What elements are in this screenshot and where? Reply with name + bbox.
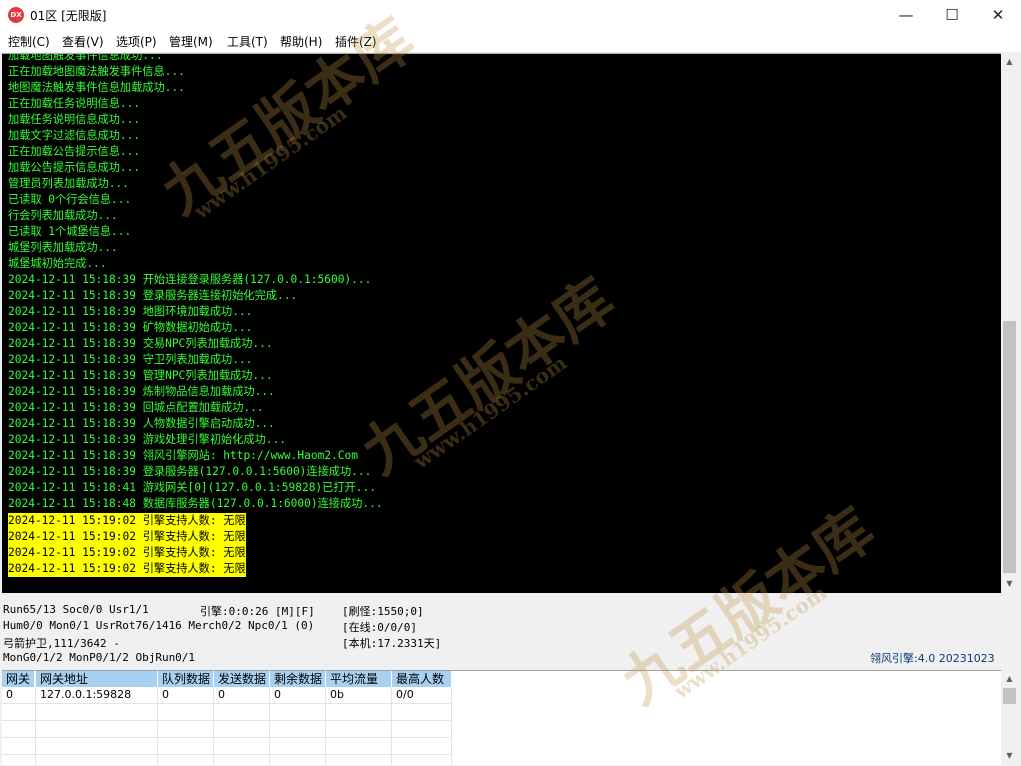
- menu-plugins[interactable]: 插件(Z): [335, 33, 377, 50]
- console-scrollbar[interactable]: ▲ ▼: [1001, 53, 1018, 592]
- grid-line: [325, 687, 326, 765]
- status-local-machine: [本机:17.2331天]: [342, 637, 442, 650]
- window-title: 01区 [无限版]: [30, 9, 107, 23]
- menu-view[interactable]: 查看(V): [62, 33, 104, 50]
- column-header[interactable]: 平均流量: [326, 671, 392, 687]
- scrollbar-thumb[interactable]: [1003, 321, 1016, 573]
- log-line: 地图魔法触发事件信息加载成功...: [8, 81, 185, 94]
- table-cell: 0: [274, 688, 281, 701]
- menu-manage[interactable]: 管理(M): [169, 33, 213, 50]
- log-line: 加载公告提示信息成功...: [8, 161, 141, 174]
- log-console[interactable]: 加载地图触发事件信息成功... 正在加载地图魔法触发事件信息... 地图魔法触发…: [2, 53, 1001, 593]
- table-row-empty: [2, 721, 452, 738]
- column-header[interactable]: 网关地址: [36, 671, 158, 687]
- table-cell: 0: [6, 688, 13, 701]
- status-monster-gen: MonG0/1/2 MonP0/1/2 ObjRun0/1: [3, 651, 196, 664]
- log-line: 2024-12-11 15:18:39 登录服务器连接初始化完成...: [8, 289, 298, 302]
- log-line: 2024-12-11 15:18:41 游戏网关[0](127.0.0.1:59…: [8, 481, 376, 494]
- table-cell: 0: [218, 688, 225, 701]
- log-line: 2024-12-11 15:18:39 回城点配置加载成功...: [8, 401, 264, 414]
- column-header[interactable]: 最高人数: [392, 671, 452, 687]
- title-bar: DX 01区 [无限版] — ☐ ✕: [0, 0, 1021, 30]
- engine-version: 翎风引擎:4.0 20231023: [870, 652, 995, 665]
- grid-line: [391, 687, 392, 765]
- log-line-highlighted: 2024-12-11 15:19:02 引擎支持人数: 无限: [8, 513, 246, 529]
- column-header[interactable]: 剩余数据: [270, 671, 326, 687]
- log-line: 已读取 1个城堡信息...: [8, 225, 132, 238]
- log-line: 2024-12-11 15:18:39 炼制物品信息加载成功...: [8, 385, 275, 398]
- table-scrollbar[interactable]: ▲ ▼: [1001, 670, 1018, 764]
- log-line: 2024-12-11 15:18:39 游戏处理引擎初始化成功...: [8, 433, 286, 446]
- log-line: 城堡城初始完成...: [8, 257, 107, 270]
- gateway-table[interactable]: 网关 网关地址 队列数据 发送数据 剩余数据 平均流量 最高人数 0 127.0…: [2, 670, 1001, 765]
- log-line: 城堡列表加载成功...: [8, 241, 118, 254]
- status-online: [在线:0/0/0]: [342, 621, 417, 634]
- menu-options[interactable]: 选项(P): [116, 33, 157, 50]
- log-line-highlighted: 2024-12-11 15:19:02 引擎支持人数: 无限: [8, 529, 246, 545]
- column-header[interactable]: 发送数据: [214, 671, 270, 687]
- scroll-up-arrow-icon[interactable]: ▲: [1001, 670, 1018, 687]
- log-line: 加载文字过滤信息成功...: [8, 129, 141, 142]
- log-line: 2024-12-11 15:18:39 管理NPC列表加载成功...: [8, 369, 273, 382]
- log-line: 2024-12-11 15:18:39 交易NPC列表加载成功...: [8, 337, 273, 350]
- log-line: 2024-12-11 15:18:39 翎风引擎网站: http://www.H…: [8, 449, 359, 462]
- log-line: 正在加载地图魔法触发事件信息...: [8, 65, 185, 78]
- log-line-highlighted: 2024-12-11 15:19:02 引擎支持人数: 无限: [8, 545, 246, 561]
- column-header[interactable]: 网关: [2, 671, 35, 687]
- scroll-down-arrow-icon[interactable]: ▼: [1001, 747, 1018, 764]
- log-line: 2024-12-11 15:18:39 地图环境加载成功...: [8, 305, 253, 318]
- table-cell: 0/0: [396, 688, 414, 701]
- status-guard-info: 弓箭护卫,111/3642 -: [3, 637, 120, 650]
- column-header[interactable]: 队列数据: [158, 671, 214, 687]
- grid-line: [35, 687, 36, 765]
- table-row[interactable]: 0 127.0.0.1:59828 0 0 0 0b 0/0: [2, 687, 452, 704]
- app-icon: DX: [8, 7, 24, 23]
- log-line: 2024-12-11 15:18:48 数据库服务器(127.0.0.1:600…: [8, 497, 383, 510]
- status-run-stats: Run65/13 Soc0/0 Usr1/1: [3, 603, 149, 616]
- maximize-button[interactable]: ☐: [929, 0, 975, 30]
- table-row-empty: [2, 704, 452, 721]
- table-row-empty: [2, 738, 452, 755]
- log-line-highlighted: 2024-12-11 15:19:02 引擎支持人数: 无限: [8, 561, 246, 577]
- grid-line: [213, 687, 214, 765]
- menu-bar: 控制(C) 查看(V) 选项(P) 管理(M) 工具(T) 帮助(H) 插件(Z…: [0, 30, 1021, 52]
- scroll-up-arrow-icon[interactable]: ▲: [1001, 53, 1018, 70]
- table-cell: 0: [162, 688, 169, 701]
- minimize-button[interactable]: —: [883, 0, 929, 30]
- table-cell: 0b: [330, 688, 344, 701]
- log-line: 加载任务说明信息成功...: [8, 113, 141, 126]
- status-refresh-monsters: [刷怪:1550;0]: [342, 605, 424, 618]
- log-line: 管理员列表加载成功...: [8, 177, 129, 190]
- menu-control[interactable]: 控制(C): [8, 33, 50, 50]
- menu-tools[interactable]: 工具(T): [227, 33, 268, 50]
- log-line: 2024-12-11 15:18:39 守卫列表加载成功...: [8, 353, 253, 366]
- log-line: 正在加载公告提示信息...: [8, 145, 141, 158]
- table-cell: 127.0.0.1:59828: [40, 688, 132, 701]
- scrollbar-thumb[interactable]: [1003, 688, 1016, 704]
- log-line: 2024-12-11 15:18:39 人物数据引擎启动成功...: [8, 417, 275, 430]
- grid-line: [451, 687, 452, 765]
- log-line: 2024-12-11 15:18:39 开始连接登录服务器(127.0.0.1:…: [8, 273, 372, 286]
- log-line: 2024-12-11 15:18:39 矿物数据初始成功...: [8, 321, 253, 334]
- grid-line: [157, 687, 158, 765]
- log-line: 正在加载任务说明信息...: [8, 97, 141, 110]
- menu-help[interactable]: 帮助(H): [280, 33, 322, 50]
- close-button[interactable]: ✕: [975, 0, 1021, 30]
- status-engine-time: 引擎:0:0:26 [M][F]: [200, 605, 315, 618]
- log-line: 行会列表加载成功...: [8, 209, 118, 222]
- log-line: 已读取 0个行会信息...: [8, 193, 132, 206]
- grid-line: [269, 687, 270, 765]
- status-human-stats: Hum0/0 Mon0/1 UsrRot76/1416 Merch0/2 Npc…: [3, 619, 315, 632]
- log-line: 2024-12-11 15:18:39 登录服务器(127.0.0.1:5600…: [8, 465, 372, 478]
- scroll-down-arrow-icon[interactable]: ▼: [1001, 575, 1018, 592]
- log-line: 加载地图触发事件信息成功...: [8, 53, 163, 62]
